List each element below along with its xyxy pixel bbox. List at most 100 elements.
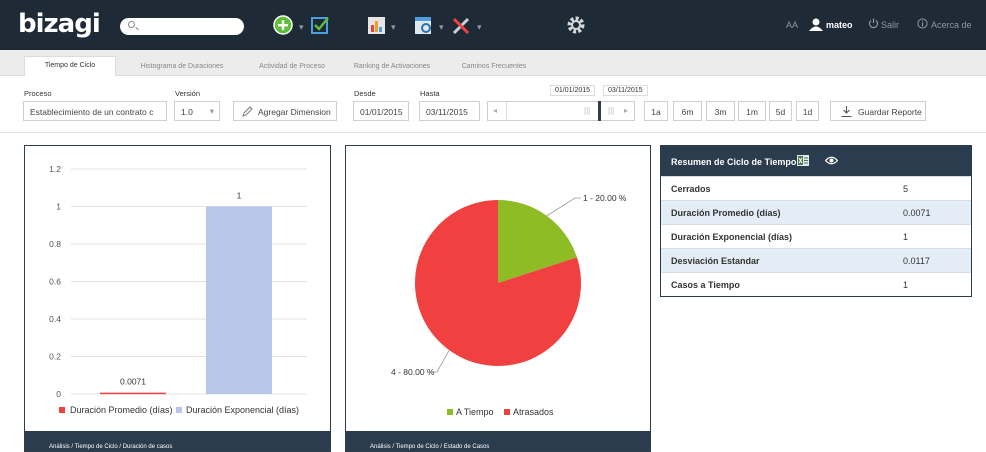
to-label: Hasta — [420, 89, 440, 98]
divider — [0, 132, 986, 133]
search-input[interactable] — [120, 18, 244, 35]
range-button-1m[interactable]: 1m — [738, 101, 766, 121]
slider-grip-right-icon: ||| — [608, 106, 615, 115]
legend-swatch-exponential — [176, 407, 182, 413]
search-icon — [128, 21, 135, 28]
add-dimension-label: Agregar Dimension — [258, 107, 331, 117]
legend-average[interactable]: Duración Promedio (días) — [70, 405, 173, 415]
summary-key: Casos a Tiempo — [671, 280, 740, 290]
new-case-caret-icon[interactable]: ▾ — [299, 22, 304, 33]
download-icon — [841, 106, 852, 117]
excel-export-icon[interactable] — [797, 155, 809, 166]
summary-value: 1 — [903, 232, 909, 242]
range-button-3m[interactable]: 3m — [706, 101, 735, 121]
new-case-icon[interactable] — [272, 14, 294, 36]
duration-bar-chart: 0 0.2 0.4 0.6 0.8 1 1.2 0.0071 1 Duración Prome… — [49, 164, 307, 415]
query-icon[interactable] — [413, 14, 435, 36]
summary-key: Cerrados — [671, 184, 711, 194]
process-value: Establecimiento de un contrato c — [30, 107, 154, 117]
case-state-pie-chart: 1 - 20.00 % 4 - 80.00 % A Tiempo Atrasado… — [391, 193, 627, 417]
date-range-slider[interactable]: ◂ ||| ||| ▸ — [487, 101, 635, 121]
summary-table: Resumen de Ciclo de Tiempo Cerrados 5 Dur… — [660, 145, 972, 297]
range-button-1d[interactable]: 1d — [796, 101, 819, 121]
eye-icon[interactable] — [825, 155, 838, 166]
tab-activation-ranking[interactable]: Ranking de Activaciones — [340, 58, 444, 76]
duration-chart-panel: 0 0.2 0.4 0.6 0.8 1 1.2 0.0071 1 Duración Prome… — [24, 145, 331, 452]
bar[interactable] — [100, 392, 166, 395]
summary-value: 1 — [903, 280, 909, 290]
tab-process-activity[interactable]: Actividad de Proceso — [248, 58, 336, 76]
summary-key: Duración Promedio (días) — [671, 208, 781, 218]
summary-value: 0.0117 — [903, 256, 930, 266]
save-report-label: Guardar Reporte — [858, 107, 922, 117]
legend-on-time[interactable]: A Tiempo — [456, 407, 494, 417]
gear-icon[interactable] — [565, 14, 587, 36]
duration-chart-footer: Análisis / Tiempo de Ciclo / Duración de… — [25, 431, 330, 451]
bizagi-logo[interactable]: bizagi — [18, 9, 101, 39]
case-state-chart-panel: 1 - 20.00 % 4 - 80.00 % A Tiempo Atrasado… — [345, 145, 651, 452]
from-date-value: 01/01/2015 — [360, 107, 403, 117]
process-label: Proceso — [24, 89, 52, 98]
legend-swatch-average — [59, 407, 65, 413]
tools-caret-icon[interactable]: ▾ — [477, 22, 482, 33]
to-date-input[interactable]: 03/11/2015 — [419, 101, 480, 121]
summary-title: Resumen de Ciclo de Tiempo — [671, 157, 797, 167]
chevron-down-icon: ▾ — [209, 106, 214, 116]
tab-frequent-paths[interactable]: Caminos Frecuentes — [446, 58, 542, 76]
from-date-input[interactable]: 01/01/2015 — [353, 101, 409, 121]
font-size-toggle[interactable]: AA — [786, 20, 798, 30]
pencil-icon — [242, 106, 253, 117]
bar-data-label: 0.0071 — [120, 377, 146, 387]
tab-duration-histogram[interactable]: Histograma de Duraciones — [126, 58, 238, 76]
slider-left-arrow-icon[interactable]: ◂ — [493, 106, 497, 115]
summary-header: Resumen de Ciclo de Tiempo — [661, 146, 971, 176]
pie-data-label: 1 - 20.00 % — [583, 193, 627, 203]
tools-icon[interactable] — [451, 14, 473, 36]
legend-exponential[interactable]: Duración Exponencial (días) — [186, 405, 299, 415]
y-tick-label: 0.2 — [49, 352, 61, 362]
y-tick-label: 1 — [56, 202, 61, 212]
logout-link[interactable]: Salir — [881, 20, 899, 30]
report-tabs: Tiempo de Ciclo Histograma de Duraciones… — [0, 50, 986, 76]
bar[interactable] — [206, 206, 272, 395]
summary-value: 5 — [903, 184, 909, 194]
info-icon — [917, 18, 928, 29]
pie-leader-line — [546, 197, 581, 217]
version-label: Versión — [175, 89, 201, 98]
slider-grip-left-icon: ||| — [584, 106, 591, 115]
range-button-6m[interactable]: 6m — [673, 101, 702, 121]
pie-data-label: 4 - 80.00 % — [391, 367, 435, 377]
bar-data-label: 1 — [237, 191, 242, 201]
y-tick-label: 0 — [56, 389, 61, 399]
legend-swatch-on-time — [447, 409, 453, 415]
legend-late[interactable]: Atrasados — [513, 407, 554, 417]
y-tick-label: 0.4 — [49, 314, 61, 324]
version-select[interactable]: 1.0 ▾ — [174, 101, 220, 121]
user-name[interactable]: mateo — [826, 20, 853, 30]
y-tick-label: 0.6 — [49, 277, 61, 287]
y-tick-label: 0.8 — [49, 239, 61, 249]
legend-swatch-late — [504, 409, 510, 415]
analysis-icon[interactable] — [366, 14, 388, 36]
y-tick-label: 1.2 — [49, 164, 61, 174]
process-select[interactable]: Establecimiento de un contrato c — [23, 101, 167, 121]
from-label: Desde — [354, 89, 376, 98]
range-button-5d[interactable]: 5d — [769, 101, 792, 121]
summary-key: Duración Exponencial (días) — [671, 232, 793, 242]
tab-cycle-time[interactable]: Tiempo de Ciclo — [24, 56, 116, 76]
about-link[interactable]: Acerca de — [931, 20, 972, 30]
save-report-button[interactable]: Guardar Reporte — [830, 101, 926, 121]
query-caret-icon[interactable]: ▾ — [439, 22, 444, 33]
slider-handle[interactable] — [598, 101, 601, 121]
slider-start-tooltip: 01/01/2015 — [550, 85, 596, 96]
range-button-1a[interactable]: 1a — [644, 101, 668, 121]
analysis-caret-icon[interactable]: ▾ — [391, 22, 396, 33]
add-dimension-button[interactable]: Agregar Dimension — [233, 101, 337, 121]
slider-right-arrow-icon[interactable]: ▸ — [624, 106, 628, 115]
inbox-icon[interactable] — [309, 14, 331, 36]
summary-key: Desviación Estandar — [671, 256, 760, 266]
summary-row-avg-duration: Duración Promedio (días) 0.0071 — [661, 200, 971, 224]
summary-row-std-dev: Desviación Estandar 0.0117 — [661, 248, 971, 272]
slider-end-tooltip: 03/11/2015 — [603, 85, 648, 96]
summary-value: 0.0071 — [903, 208, 931, 218]
